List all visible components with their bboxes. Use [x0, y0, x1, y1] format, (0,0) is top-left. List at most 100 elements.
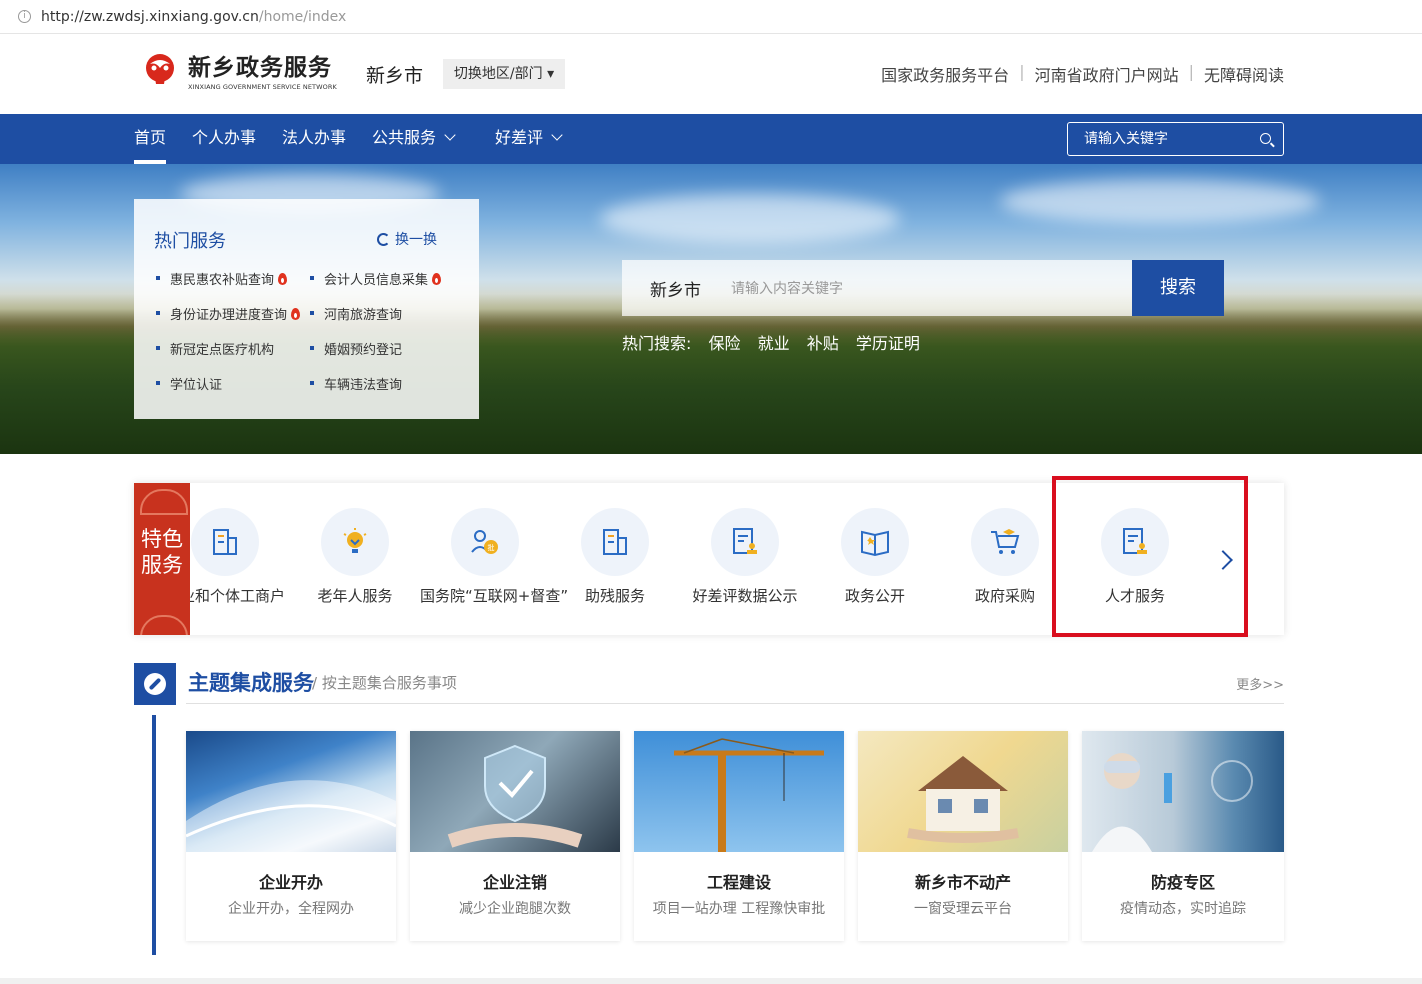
- hot-service-label: 婚姻预约登记: [324, 343, 403, 358]
- card-desc: 企业开办，全程网办: [228, 901, 354, 917]
- search-location[interactable]: 新乡市: [650, 276, 701, 301]
- link-national-platform[interactable]: 国家政务服务平台: [881, 62, 1009, 86]
- nav-personal[interactable]: 个人办事: [192, 114, 256, 164]
- hot-service-label: 新冠定点医疗机构: [170, 343, 275, 358]
- search-button[interactable]: 搜索: [1132, 260, 1224, 316]
- hot-search-term[interactable]: 保险: [709, 334, 741, 353]
- hot-service-item[interactable]: 身份证办理进度查询: [156, 304, 301, 323]
- service-label: 助残服务: [584, 587, 645, 605]
- hot-service-label: 河南旅游查询: [324, 308, 403, 323]
- hot-search-term[interactable]: 学历证明: [856, 334, 920, 353]
- nav-home[interactable]: 首页: [134, 114, 167, 164]
- highlight-box: [1052, 476, 1248, 637]
- service-disability[interactable]: 助残服务: [550, 483, 680, 635]
- compass-icon: [134, 663, 176, 705]
- site-logo[interactable]: 新乡政务服务 XINXIANG GOVERNMENT SERVICE NETWO…: [140, 48, 337, 91]
- hot-services-title: 热门服务: [154, 231, 226, 252]
- service-label: 企业和个体工商户: [190, 587, 285, 605]
- service-rating-data[interactable]: 好差评数据公示: [680, 483, 810, 635]
- site-header: 新乡政务服务 XINXIANG GOVERNMENT SERVICE NETWO…: [0, 34, 1422, 114]
- search-icon[interactable]: [1260, 133, 1271, 144]
- fire-icon: [278, 273, 288, 285]
- address-bar[interactable]: i http://zw.zwdsj.xinxiang.gov.cn/home/i…: [0, 0, 1422, 34]
- section-accent-bar: [152, 715, 156, 955]
- link-accessibility[interactable]: 无障碍阅读: [1204, 62, 1284, 86]
- theme-card-construction[interactable]: 工程建设 项目一站办理 工程豫快审批: [634, 731, 844, 941]
- card-title: 防疫专区: [1150, 873, 1215, 892]
- divider: |: [1019, 62, 1025, 81]
- theme-card-epidemic[interactable]: 防疫专区 疫情动态，实时追踪: [1082, 731, 1284, 941]
- building-icon: [213, 529, 237, 555]
- nav-public-service[interactable]: 公共服务: [372, 114, 456, 164]
- hot-service-item[interactable]: 车辆违法查询: [310, 374, 402, 393]
- crane-photo: [634, 731, 844, 852]
- page-footer-strip: [0, 978, 1422, 984]
- special-services-tag: 特色 服务: [134, 483, 190, 635]
- lightbulb-icon: [343, 528, 367, 553]
- refresh-label: 换一换: [395, 232, 437, 248]
- divider: |: [1188, 62, 1194, 81]
- theme-services-header: 主题集成服务 / 按主题集合服务事项 更多>>: [134, 663, 1284, 705]
- theme-subtitle: / 按主题集合服务事项: [312, 674, 457, 692]
- hero-banner: 热门服务 换一换 惠民惠农补贴查询 会计人员信息采集 身份证办理进度查询 河南旅…: [0, 164, 1422, 454]
- switch-region-button[interactable]: 切换地区/部门 ▾: [443, 59, 565, 89]
- fire-icon: [291, 308, 301, 320]
- nav-rating[interactable]: 好差评: [495, 114, 563, 164]
- card-title: 企业注销: [482, 873, 547, 892]
- theme-card-enterprise-close[interactable]: 企业注销 减少企业跑腿次数: [410, 731, 620, 941]
- hot-search-term[interactable]: 补贴: [807, 334, 839, 353]
- refresh-button[interactable]: 换一换: [377, 229, 437, 249]
- main-nav: 首页 个人办事 法人办事 公共服务 好差评 请输入关键字: [0, 114, 1422, 164]
- link-henan-portal[interactable]: 河南省政府门户网站: [1035, 62, 1179, 86]
- service-label: 政府采购: [974, 587, 1035, 605]
- hot-service-label: 惠民惠农补贴查询: [170, 273, 275, 288]
- service-elderly[interactable]: 老年人服务: [290, 483, 420, 635]
- logo-emblem-icon: [140, 50, 180, 90]
- service-inspection[interactable]: 批 国务院“互联网+督查”: [420, 483, 569, 635]
- main-search: 新乡市 请输入内容关键字 搜索: [622, 260, 1224, 316]
- lab-scientist-photo: [1082, 731, 1284, 852]
- hot-service-item[interactable]: 会计人员信息采集: [310, 269, 442, 288]
- document-user-icon: [733, 528, 757, 554]
- theme-card-real-estate[interactable]: 新乡市不动产 一窗受理云平台: [858, 731, 1068, 941]
- hot-service-item[interactable]: 婚姻预约登记: [310, 339, 402, 358]
- hot-service-item[interactable]: 学位认证: [156, 374, 222, 393]
- service-label: 老年人服务: [317, 587, 393, 605]
- hot-search-term[interactable]: 就业: [758, 334, 790, 353]
- tag-line: 特色: [141, 527, 183, 551]
- service-gov-open[interactable]: 政务公开: [810, 483, 940, 635]
- url-host: http://zw.zwdsj.xinxiang.gov.cn: [41, 8, 259, 25]
- info-icon[interactable]: i: [18, 10, 31, 23]
- service-procurement[interactable]: 政府采购: [940, 483, 1070, 635]
- nav-rating-label: 好差评: [495, 128, 544, 147]
- hot-service-label: 车辆违法查询: [324, 378, 403, 393]
- service-label: 好差评数据公示: [692, 587, 798, 605]
- hot-service-item[interactable]: 河南旅游查询: [310, 304, 402, 323]
- more-link[interactable]: 更多>>: [1236, 674, 1284, 693]
- card-title: 新乡市不动产: [914, 873, 1011, 892]
- hot-service-label: 学位认证: [170, 378, 223, 393]
- nav-search-placeholder: 请输入关键字: [1084, 131, 1168, 147]
- service-enterprise[interactable]: 企业和个体工商户: [190, 483, 290, 635]
- shield-hand-photo: [410, 731, 620, 852]
- fire-icon: [432, 273, 442, 285]
- main-search-input[interactable]: 新乡市 请输入内容关键字: [622, 260, 1132, 316]
- hot-service-label: 会计人员信息采集: [324, 273, 429, 288]
- theme-title: 主题集成服务: [188, 671, 314, 695]
- hot-services-panel: 热门服务 换一换 惠民惠农补贴查询 会计人员信息采集 身份证办理进度查询 河南旅…: [134, 199, 479, 419]
- hot-service-item[interactable]: 新冠定点医疗机构: [156, 339, 274, 358]
- hot-service-label: 身份证办理进度查询: [170, 308, 288, 323]
- hot-search-label: 热门搜索:: [622, 334, 692, 353]
- service-label: 国务院“互联网+督查”: [420, 587, 569, 605]
- card-desc: 减少企业跑腿次数: [459, 901, 571, 917]
- nav-corporate[interactable]: 法人办事: [282, 114, 346, 164]
- user-badge-icon: 批: [471, 530, 498, 554]
- hot-service-item[interactable]: 惠民惠农补贴查询: [156, 269, 288, 288]
- top-links: 国家政务服务平台 | 河南省政府门户网站 | 无障碍阅读: [881, 62, 1284, 86]
- card-desc: 项目一站办理 工程豫快审批: [652, 901, 826, 917]
- cloud-decor: [600, 194, 900, 244]
- theme-card-enterprise-open[interactable]: 企业开办 企业开办，全程网办: [186, 731, 396, 941]
- shopping-cart-icon: [991, 529, 1020, 554]
- nav-search-input[interactable]: 请输入关键字: [1067, 122, 1284, 156]
- chevron-down-icon: [551, 129, 563, 141]
